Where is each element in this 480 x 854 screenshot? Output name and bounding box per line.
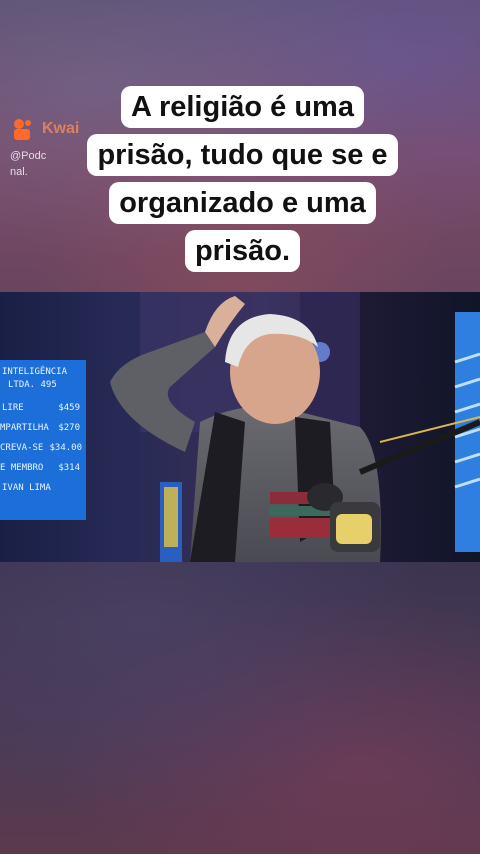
- watermark-handle-line2: nal.: [10, 166, 28, 178]
- caption-line: prisão.: [184, 230, 301, 272]
- board-title1: INTELIGÊNCIA: [2, 367, 68, 377]
- board-row: LIRE $459: [2, 403, 80, 413]
- info-board-text: INTELIGÊNCIA LTDA. 495 LIRE $459 MPARTILH…: [0, 366, 86, 498]
- blurred-background-bottom: [0, 562, 480, 854]
- caption-line: organizado e uma: [109, 182, 376, 224]
- watermark-handle: @Podc nal.: [10, 148, 70, 180]
- board-row: E MEMBRO $314: [0, 463, 80, 473]
- board-row: CREVA-SE $34.00: [0, 443, 82, 453]
- video-frame[interactable]: INTELIGÊNCIA LTDA. 495 LIRE $459 MPARTILH…: [0, 292, 480, 562]
- caption-line: prisão, tudo que se e: [87, 134, 398, 176]
- caption: A religião é uma prisão, tudo que se e o…: [70, 86, 415, 278]
- board-title2: LTDA. 495: [8, 380, 57, 390]
- kwai-logo-icon: [14, 119, 31, 140]
- board-footer: IVAN LIMA: [2, 483, 51, 493]
- caption-line: A religião é uma: [121, 86, 364, 128]
- board-row: MPARTILHA $270: [0, 423, 80, 433]
- watermark-handle-line1: @Podc: [10, 150, 47, 162]
